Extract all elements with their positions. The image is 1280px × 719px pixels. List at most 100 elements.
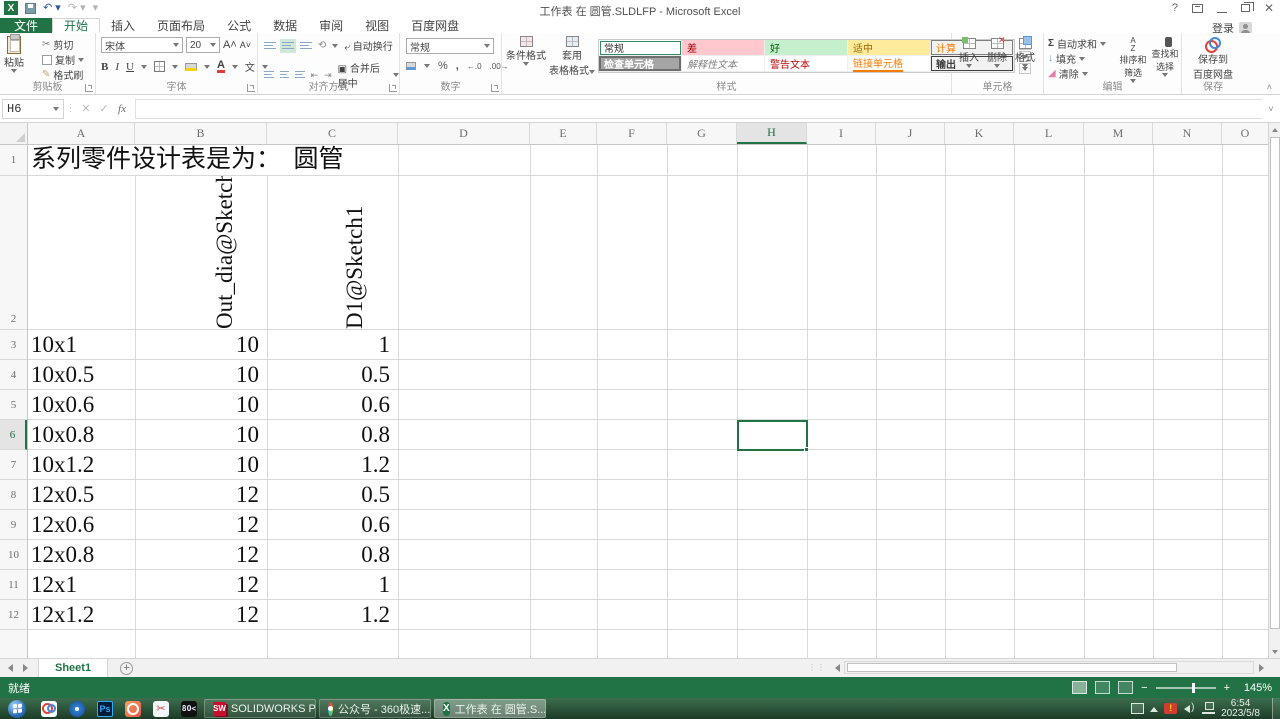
shrink-font-icon[interactable]: A˅ <box>240 40 251 50</box>
bottom-align-icon[interactable] <box>300 41 312 51</box>
clock[interactable]: 6:54 2023/5/8 <box>1221 699 1260 719</box>
volume-icon[interactable] <box>1183 703 1196 714</box>
cell-config[interactable]: 10x0.6 <box>31 390 131 419</box>
show-desktop-button[interactable] <box>1272 698 1280 719</box>
solidworks-task-button[interactable]: SW SOLIDWORKS P... <box>204 699 316 718</box>
security-alert-icon[interactable]: ! <box>1164 703 1177 714</box>
cell-config[interactable]: 10x0.8 <box>31 420 131 449</box>
format-cells-button[interactable]: 格式 <box>1011 38 1039 68</box>
grid-row-3[interactable]: 10x1 10 1 <box>28 330 1268 360</box>
fill-button[interactable]: ↓填充 <box>1048 51 1106 66</box>
cell-d1[interactable]: 0.8 <box>267 420 398 449</box>
style-linked-cell[interactable]: 链接单元格 <box>848 56 931 72</box>
browser-lens-taskbar-icon[interactable] <box>64 699 90 718</box>
grid-row-5[interactable]: 10x0.6 10 0.6 <box>28 390 1268 420</box>
col-header-e[interactable]: E <box>530 123 597 144</box>
row-header-10[interactable]: 10 <box>0 540 27 570</box>
cell-config[interactable]: 10x1.2 <box>31 450 131 479</box>
zoom-slider[interactable] <box>1156 687 1216 689</box>
tab-file[interactable]: 文件 <box>0 18 52 33</box>
minimize-button[interactable] <box>1217 12 1227 13</box>
row-header-5[interactable]: 5 <box>0 390 27 420</box>
style-warning-text[interactable]: 警告文本 <box>765 56 848 72</box>
cell-outdia[interactable]: 12 <box>135 540 267 569</box>
font-name-select[interactable]: 宋体 <box>101 37 183 53</box>
cell-d1[interactable]: 1 <box>267 570 398 599</box>
cell-d1[interactable]: 0.6 <box>267 510 398 539</box>
network-icon[interactable] <box>1202 703 1215 714</box>
col-header-h[interactable]: H <box>737 123 807 144</box>
percent-style-button[interactable]: % <box>438 60 448 72</box>
middle-align-icon[interactable] <box>282 41 294 51</box>
row-header-7[interactable]: 7 <box>0 450 27 480</box>
grid-row-9[interactable]: 12x0.6 12 0.6 <box>28 510 1268 540</box>
row-header-13[interactable] <box>0 630 27 657</box>
col-header-l[interactable]: L <box>1014 123 1084 144</box>
col-header-n[interactable]: N <box>1153 123 1222 144</box>
grow-font-icon[interactable]: A˄ <box>223 39 237 51</box>
cell-outdia[interactable]: 10 <box>135 450 267 479</box>
cut-button[interactable]: ✂剪切 <box>42 37 84 52</box>
italic-button[interactable]: I <box>115 61 119 73</box>
grid-row-2[interactable]: Out_dia@Sketch1 D1@Sketch1 <box>28 176 1268 330</box>
col-header-d[interactable]: D <box>398 123 530 144</box>
selected-cell-h6[interactable] <box>737 420 808 451</box>
zoom-level[interactable]: 145% <box>1238 682 1272 694</box>
cell-d1[interactable]: 0.5 <box>267 480 398 509</box>
photoshop-taskbar-icon[interactable]: Ps <box>92 699 118 718</box>
help-button[interactable]: ? <box>1172 2 1178 14</box>
cell-outdia[interactable]: 10 <box>135 420 267 449</box>
fill-color-icon[interactable] <box>185 63 197 71</box>
cell-config[interactable]: 12x0.5 <box>31 480 131 509</box>
sheet-nav-left-icon[interactable] <box>8 664 13 672</box>
sort-filter-button[interactable]: AZ 排序和筛选 <box>1116 37 1150 83</box>
wrap-text-button[interactable]: ⤶ 自动换行 <box>344 38 392 53</box>
col-header-f[interactable]: F <box>597 123 667 144</box>
accounting-format-icon[interactable] <box>406 62 416 70</box>
page-break-view-icon[interactable] <box>1118 681 1133 694</box>
tab-home[interactable]: 开始 <box>52 18 100 33</box>
input-method-icon[interactable] <box>1131 703 1144 714</box>
scroll-down-icon[interactable] <box>1269 645 1280 658</box>
vertical-scrollbar[interactable] <box>1268 123 1280 658</box>
number-dialog-launcher-icon[interactable] <box>491 84 499 92</box>
cell-config[interactable]: 12x0.8 <box>31 540 131 569</box>
top-align-icon[interactable] <box>264 41 276 51</box>
capture-tool-taskbar-icon[interactable]: 8O< <box>176 699 202 718</box>
comma-style-button[interactable]: , <box>456 60 459 72</box>
font-dialog-launcher-icon[interactable] <box>247 84 255 92</box>
cell-d1[interactable]: 1 <box>267 330 398 359</box>
cell-outdia[interactable]: 10 <box>135 390 267 419</box>
cell-d1[interactable]: 1.2 <box>267 600 398 629</box>
horizontal-scrollbar[interactable]: ⋮⋮ <box>808 661 1268 674</box>
format-as-table-button[interactable]: 套用 表格格式 <box>549 36 595 77</box>
tab-baidu-netdisk[interactable]: 百度网盘 <box>400 18 470 33</box>
scroll-right-icon[interactable] <box>1254 664 1268 672</box>
save-to-baidu-button[interactable]: 保存到 百度网盘 <box>1190 37 1236 81</box>
style-check-cell[interactable]: 检查单元格 <box>599 56 682 72</box>
borders-icon[interactable] <box>154 61 165 72</box>
tab-page-layout[interactable]: 页面布局 <box>146 18 216 33</box>
cell-outdia[interactable]: 12 <box>135 600 267 629</box>
col-header-i[interactable]: I <box>807 123 876 144</box>
alignment-dialog-launcher-icon[interactable] <box>389 84 397 92</box>
cell-c2[interactable]: D1@Sketch1 <box>267 176 398 329</box>
bold-button[interactable]: B <box>101 61 108 73</box>
row-header-6[interactable]: 6 <box>0 420 27 450</box>
cell-outdia[interactable]: 12 <box>135 480 267 509</box>
row-header-1[interactable]: 1 <box>0 145 27 176</box>
delete-cells-button[interactable]: 删除 <box>983 38 1011 68</box>
cell-a1-title[interactable]: 系列零件设计表是为： 圆管 <box>31 145 344 175</box>
insert-function-icon[interactable]: fx <box>113 103 131 115</box>
style-explanatory-text[interactable]: 解释性文本 <box>682 56 765 72</box>
col-header-o[interactable]: O <box>1222 123 1268 144</box>
col-header-a[interactable]: A <box>28 123 135 144</box>
cell-outdia[interactable]: 12 <box>135 570 267 599</box>
sheet-nav-right-icon[interactable] <box>23 664 28 672</box>
grid-row-4[interactable]: 10x0.5 10 0.5 <box>28 360 1268 390</box>
increase-decimal-icon[interactable]: ←.0 <box>467 62 482 71</box>
expand-formula-bar-icon[interactable]: ˅ <box>1262 104 1280 114</box>
row-header-9[interactable]: 9 <box>0 510 27 540</box>
tab-formulas[interactable]: 公式 <box>216 18 262 33</box>
row-header-4[interactable]: 4 <box>0 360 27 390</box>
